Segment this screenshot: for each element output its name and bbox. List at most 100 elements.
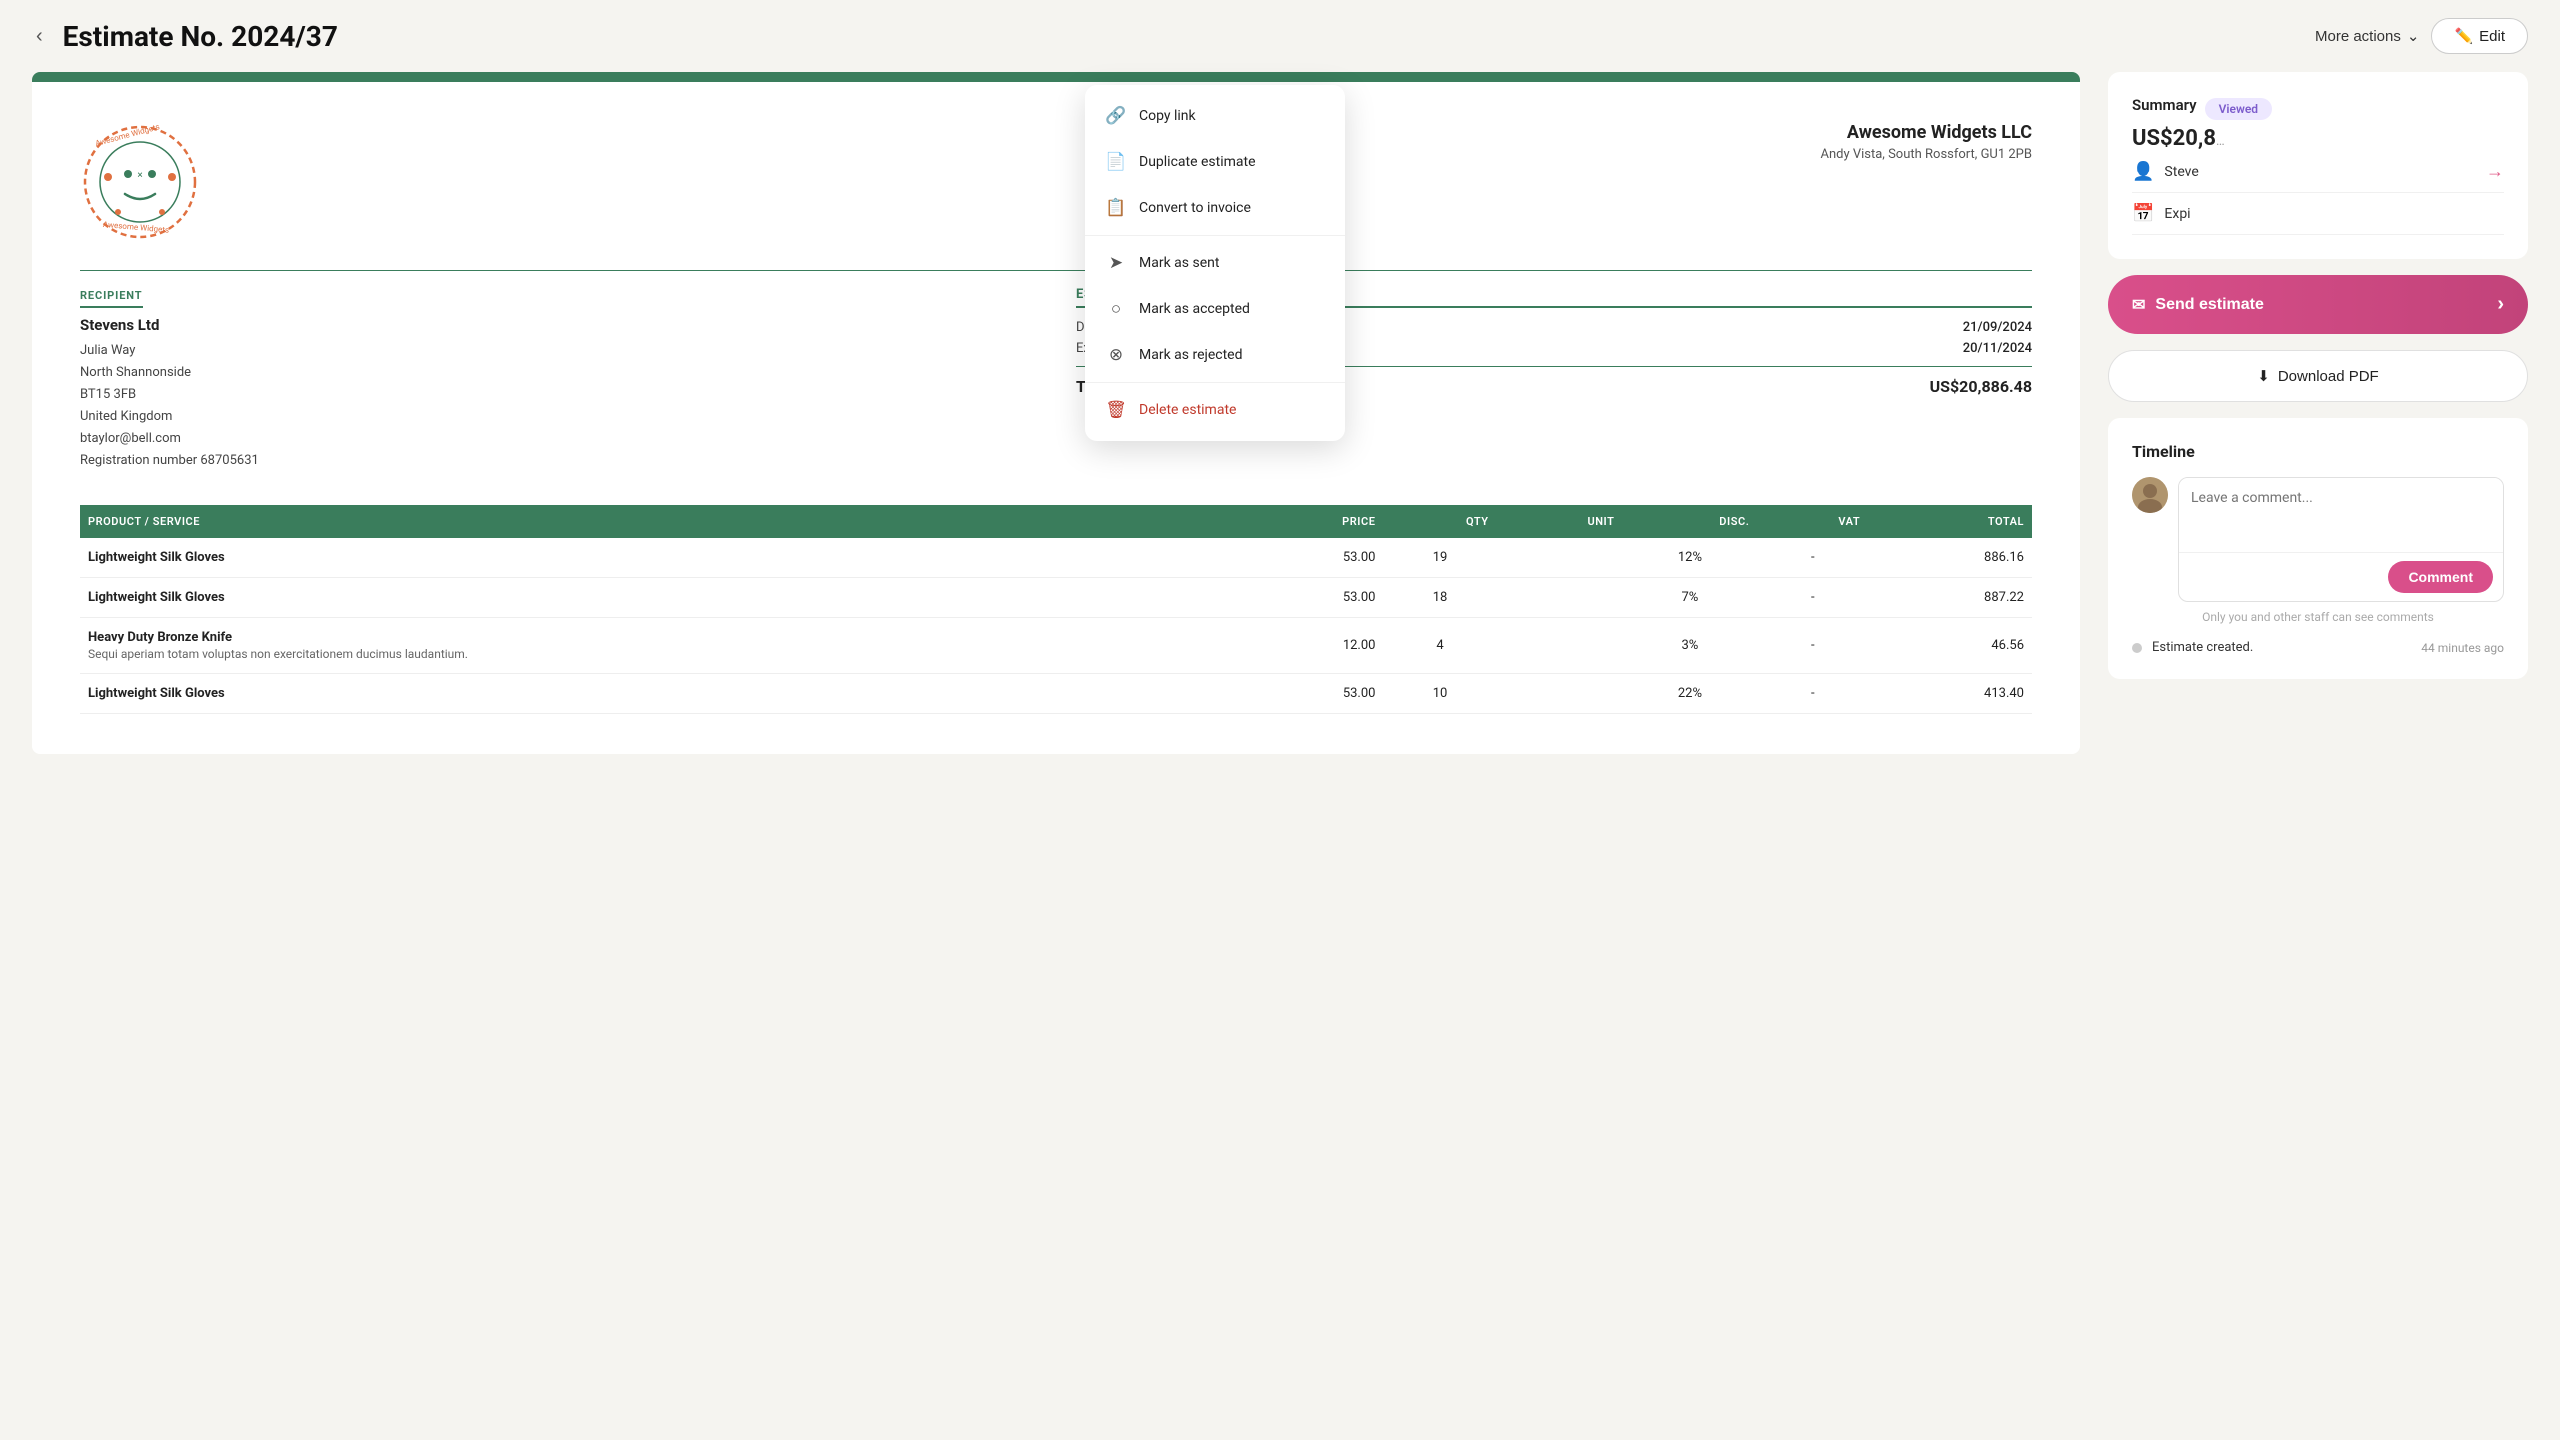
company-info: Awesome Widgets LLC Andy Vista, South Ro… [1820,122,2032,162]
edit-button[interactable]: ✏️ Edit [2431,18,2528,54]
document-area: × Awesome Widgets Awesome Widgets Awesom… [32,72,2080,754]
comment-button[interactable]: Comment [2388,561,2493,593]
cell-price: 53.00 [1239,538,1383,578]
envelope-icon: ✉ [2132,295,2145,315]
timeline-entry: Estimate created. 44 minutes ago [2132,640,2504,655]
company-name: Awesome Widgets LLC [1820,122,2032,143]
dropdown-menu: 🔗Copy link📄Duplicate estimate📋Convert to… [1085,85,1345,441]
col-unit: UNIT [1497,505,1623,538]
cell-vat: - [1757,673,1868,713]
col-total: TOTAL [1868,505,2032,538]
col-price: PRICE [1239,505,1383,538]
recipient-label: RECIPIENT [80,289,143,308]
sidebar: Summary Viewed US$20,8… 👤 Steve → 📅 Expi… [2108,72,2528,754]
divider-1 [80,270,2032,271]
cell-unit [1497,673,1623,713]
green-bar [32,72,2080,82]
timeline-dot [2132,643,2142,653]
timeline-entry-text: Estimate created. [2152,640,2411,655]
cell-price: 12.00 [1239,617,1383,673]
cell-total: 886.16 [1868,538,2032,578]
dropdown-icon-duplicate: 📄 [1105,152,1127,172]
cell-vat: - [1757,617,1868,673]
send-estimate-button[interactable]: ✉ Send estimate › [2108,275,2528,334]
dropdown-icon-convert-invoice: 📋 [1105,198,1127,218]
status-badge: Viewed [2205,98,2272,120]
dropdown-item-delete-estimate[interactable]: 🗑Delete estimate [1085,387,1345,433]
table-row: Heavy Duty Bronze Knife Sequi aperiam to… [80,617,2032,673]
dropdown-icon-delete-estimate: 🗑 [1105,400,1127,420]
cell-price: 53.00 [1239,673,1383,713]
table-row: Lightweight Silk Gloves 53.00 10 22% - 4… [80,673,2032,713]
cell-total: 413.40 [1868,673,2032,713]
more-actions-button[interactable]: More actions ⌄ [2315,27,2419,45]
download-icon: ⬇ [2257,367,2270,385]
table-row: Lightweight Silk Gloves 53.00 18 7% - 88… [80,577,2032,617]
header-actions: More actions ⌄ ✏️ Edit [2315,18,2528,54]
summary-amount: US$20,8… [2132,126,2504,151]
cell-unit [1497,617,1623,673]
dropdown-item-duplicate[interactable]: 📄Duplicate estimate [1085,139,1345,185]
dropdown-icon-mark-rejected: ⊗ [1105,345,1127,365]
person-icon: 👤 [2132,161,2154,182]
table-row: Lightweight Silk Gloves 53.00 19 12% - 8… [80,538,2032,578]
company-address: Andy Vista, South Rossfort, GU1 2PB [1820,147,2032,162]
doc-info-row: RECIPIENT Stevens Ltd Julia Way North Sh… [80,287,2032,473]
download-pdf-button[interactable]: ⬇ Download PDF [2108,350,2528,402]
timeline-section: Timeline Comment Only you and other staf… [2108,418,2528,679]
comment-hint: Only you and other staff can see comment… [2132,610,2504,624]
summary-title: Summary [2132,96,2197,114]
recipient-block: RECIPIENT Stevens Ltd Julia Way North Sh… [80,287,1036,473]
cell-product: Heavy Duty Bronze Knife Sequi aperiam to… [80,617,1239,673]
comment-area: Comment [2132,477,2504,602]
dropdown-icon-copy-link: 🔗 [1105,106,1127,126]
avatar [2132,477,2168,513]
col-qty: QTY [1383,505,1496,538]
dropdown-item-mark-sent[interactable]: ➤Mark as sent [1085,240,1345,286]
cell-product: Lightweight Silk Gloves [80,538,1239,578]
svg-text:×: × [137,170,142,181]
page-title: Estimate No. 2024/37 [63,20,2299,53]
cell-product: Lightweight Silk Gloves [80,577,1239,617]
svg-text:Awesome Widgets: Awesome Widgets [103,220,170,235]
col-product: PRODUCT / SERVICE [80,505,1239,538]
cell-qty: 10 [1383,673,1496,713]
dropdown-icon-mark-accepted: ○ [1105,299,1127,319]
cell-qty: 19 [1383,538,1496,578]
cell-disc: 22% [1622,673,1757,713]
cell-total: 46.56 [1868,617,2032,673]
document-header: × Awesome Widgets Awesome Widgets Awesom… [80,122,2032,242]
dropdown-icon-mark-sent: ➤ [1105,253,1127,273]
recipient-name: Stevens Ltd [80,316,1036,334]
cell-unit [1497,577,1623,617]
calendar-icon: 📅 [2132,203,2154,224]
comment-footer: Comment [2179,552,2503,601]
dropdown-item-mark-rejected[interactable]: ⊗Mark as rejected [1085,332,1345,378]
company-logo: × Awesome Widgets Awesome Widgets [80,122,200,242]
recipient-address: Julia Way North Shannonside BT15 3FB Uni… [80,340,1036,473]
expiry-row: 📅 Expi [2132,193,2504,235]
cell-qty: 4 [1383,617,1496,673]
back-button[interactable]: ‹ [32,21,47,52]
comment-input[interactable] [2179,478,2503,548]
page-header: ‹ Estimate No. 2024/37 More actions ⌄ ✏️… [0,0,2560,72]
cell-price: 53.00 [1239,577,1383,617]
edit-icon: ✏️ [2454,27,2473,45]
cell-disc: 3% [1622,617,1757,673]
cell-vat: - [1757,577,1868,617]
timeline-title: Timeline [2132,442,2504,461]
dropdown-item-copy-link[interactable]: 🔗Copy link [1085,93,1345,139]
dropdown-item-mark-accepted[interactable]: ○Mark as accepted [1085,286,1345,332]
cell-product: Lightweight Silk Gloves [80,673,1239,713]
comment-box: Comment [2178,477,2504,602]
dropdown-item-convert-invoice[interactable]: 📋Convert to invoice [1085,185,1345,231]
summary-card: Summary Viewed US$20,8… 👤 Steve → 📅 Expi [2108,72,2528,259]
chevron-down-icon: ⌄ [2407,27,2420,45]
cell-qty: 18 [1383,577,1496,617]
cell-disc: 7% [1622,577,1757,617]
cell-unit [1497,538,1623,578]
arrow-right-icon: › [2497,293,2504,316]
cell-disc: 12% [1622,538,1757,578]
document-body: × Awesome Widgets Awesome Widgets Awesom… [32,82,2080,754]
cell-total: 887.22 [1868,577,2032,617]
